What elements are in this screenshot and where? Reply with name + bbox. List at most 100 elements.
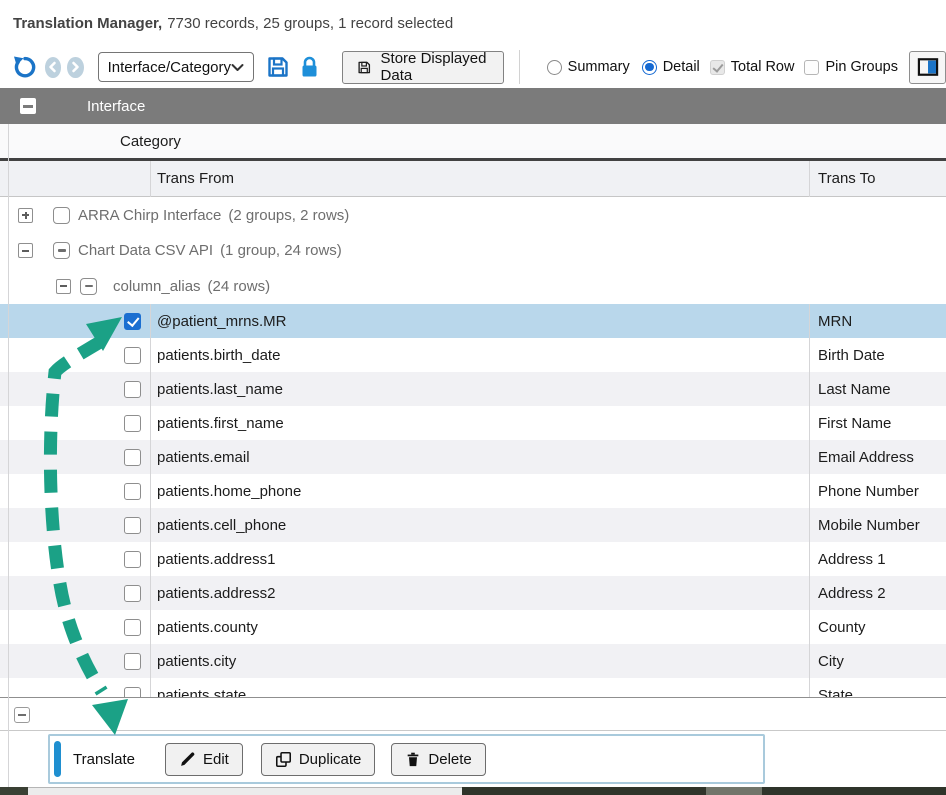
trans-to-cell: Email Address	[818, 449, 914, 466]
table-row[interactable]: patients.address2 Address 2	[0, 576, 946, 610]
group-rows: ARRA Chirp Interface (2 groups, 2 rows) …	[0, 197, 946, 304]
trans-to-cell: County	[818, 619, 866, 636]
trans-to-cell: Last Name	[818, 381, 891, 398]
group-row[interactable]: ARRA Chirp Interface (2 groups, 2 rows)	[0, 197, 946, 233]
collapse-interface-icon[interactable]	[20, 98, 36, 114]
taskbar-sliver	[0, 787, 946, 795]
toggle-side-panel-button[interactable]	[909, 51, 946, 84]
view-mode-select[interactable]: Interface/Category	[98, 52, 254, 82]
col-divider-1-header	[150, 161, 151, 197]
trans-to-column-header[interactable]: Trans To	[818, 170, 876, 187]
trans-from-cell: patients.cell_phone	[157, 517, 286, 534]
trans-to-cell: MRN	[818, 313, 852, 330]
trans-to-cell: Address 2	[818, 585, 886, 602]
summary-radio[interactable]	[547, 60, 562, 75]
row-checkbox[interactable]	[124, 687, 141, 698]
trans-to-cell: First Name	[818, 415, 891, 432]
col-divider-2-header	[809, 161, 810, 197]
detail-radio[interactable]	[642, 60, 657, 75]
interface-header-label: Interface	[87, 98, 145, 115]
category-group-header[interactable]: Category	[0, 124, 946, 161]
trans-from-column-header[interactable]: Trans From	[157, 170, 234, 187]
group-checkbox[interactable]	[80, 278, 97, 295]
expander-icon[interactable]	[56, 279, 71, 294]
group-info: (24 rows)	[208, 278, 271, 295]
copy-icon	[275, 751, 292, 768]
trash-icon	[405, 751, 421, 768]
table-row[interactable]: patients.cell_phone Mobile Number	[0, 508, 946, 542]
group-checkbox[interactable]	[53, 242, 70, 259]
view-mode-value: Interface/Category	[108, 59, 231, 76]
trans-from-cell: patients.home_phone	[157, 483, 301, 500]
trans-from-cell: patients.state	[157, 687, 246, 698]
interface-group-header[interactable]: Interface	[0, 88, 946, 124]
translation-grid: Interface Category Trans From Trans To A…	[0, 88, 946, 697]
expander-icon[interactable]	[18, 208, 33, 223]
col-divider-1	[150, 304, 151, 697]
forward-button[interactable]	[67, 57, 83, 78]
trans-to-cell: Birth Date	[818, 347, 885, 364]
row-checkbox[interactable]	[124, 483, 141, 500]
grid-left-border	[8, 124, 9, 787]
panel-accent-bar	[54, 741, 61, 777]
pin-groups-checkbox[interactable]	[804, 60, 819, 75]
duplicate-button[interactable]: Duplicate	[261, 743, 376, 776]
table-row[interactable]: @patient_mrns.MR MRN	[0, 304, 946, 338]
expander-icon[interactable]	[18, 243, 33, 258]
table-row[interactable]: patients.birth_date Birth Date	[0, 338, 946, 372]
table-row[interactable]: patients.first_name First Name	[0, 406, 946, 440]
column-header-row: Trans From Trans To	[0, 161, 946, 197]
total-row-label: Total Row	[731, 59, 795, 75]
data-rows: @patient_mrns.MR MRN patients.birth_date…	[0, 304, 946, 697]
lock-icon[interactable]	[299, 55, 320, 79]
row-checkbox[interactable]	[124, 517, 141, 534]
trans-to-cell: Mobile Number	[818, 517, 920, 534]
edit-button[interactable]: Edit	[165, 743, 243, 776]
trans-to-cell: Phone Number	[818, 483, 919, 500]
back-button[interactable]	[45, 57, 61, 78]
detail-radio-label: Detail	[663, 59, 700, 75]
trans-from-cell: patients.birth_date	[157, 347, 280, 364]
toolbar: Interface/Category Store Displayed Data …	[0, 46, 946, 88]
row-checkbox[interactable]	[124, 619, 141, 636]
trans-from-cell: patients.last_name	[157, 381, 283, 398]
trans-from-cell: patients.county	[157, 619, 258, 636]
refresh-icon[interactable]	[12, 55, 36, 80]
toolbar-divider	[519, 50, 520, 84]
group-row[interactable]: Chart Data CSV API (1 group, 24 rows)	[0, 233, 946, 268]
toolbar-view-options: Summary Detail Total Row Pin Groups	[533, 51, 946, 84]
translate-panel: Translate Edit Duplicate Delete	[48, 734, 765, 784]
translate-panel-label: Translate	[73, 751, 135, 768]
save-icon[interactable]	[266, 55, 290, 79]
row-checkbox[interactable]	[124, 653, 141, 670]
row-checkbox[interactable]	[124, 313, 141, 330]
group-label: ARRA Chirp Interface	[78, 207, 221, 224]
trans-from-cell: patients.first_name	[157, 415, 284, 432]
group-row[interactable]: column_alias (24 rows)	[0, 268, 946, 304]
footer-panel-area: Translate Edit Duplicate Delete	[0, 731, 946, 787]
duplicate-button-label: Duplicate	[299, 751, 362, 768]
trans-from-cell: patients.email	[157, 449, 250, 466]
table-row[interactable]: patients.city City	[0, 644, 946, 678]
table-row[interactable]: patients.last_name Last Name	[0, 372, 946, 406]
trans-to-cell: City	[818, 653, 844, 670]
table-row[interactable]: patients.state State	[0, 678, 946, 697]
group-checkbox[interactable]	[53, 207, 70, 224]
table-row[interactable]: patients.home_phone Phone Number	[0, 474, 946, 508]
table-row[interactable]: patients.county County	[0, 610, 946, 644]
collapse-footer-icon[interactable]	[14, 707, 30, 723]
row-checkbox[interactable]	[124, 381, 141, 398]
table-row[interactable]: patients.email Email Address	[0, 440, 946, 474]
delete-button[interactable]: Delete	[391, 743, 485, 776]
total-row-checkbox[interactable]	[710, 60, 725, 75]
split-panel-icon	[917, 57, 939, 77]
summary-radio-label: Summary	[568, 59, 630, 75]
store-displayed-data-button[interactable]: Store Displayed Data	[342, 51, 504, 84]
row-checkbox[interactable]	[124, 347, 141, 364]
row-checkbox[interactable]	[124, 585, 141, 602]
row-checkbox[interactable]	[124, 449, 141, 466]
row-checkbox[interactable]	[124, 551, 141, 568]
row-checkbox[interactable]	[124, 415, 141, 432]
table-row[interactable]: patients.address1 Address 1	[0, 542, 946, 576]
group-info: (1 group, 24 rows)	[220, 242, 342, 259]
